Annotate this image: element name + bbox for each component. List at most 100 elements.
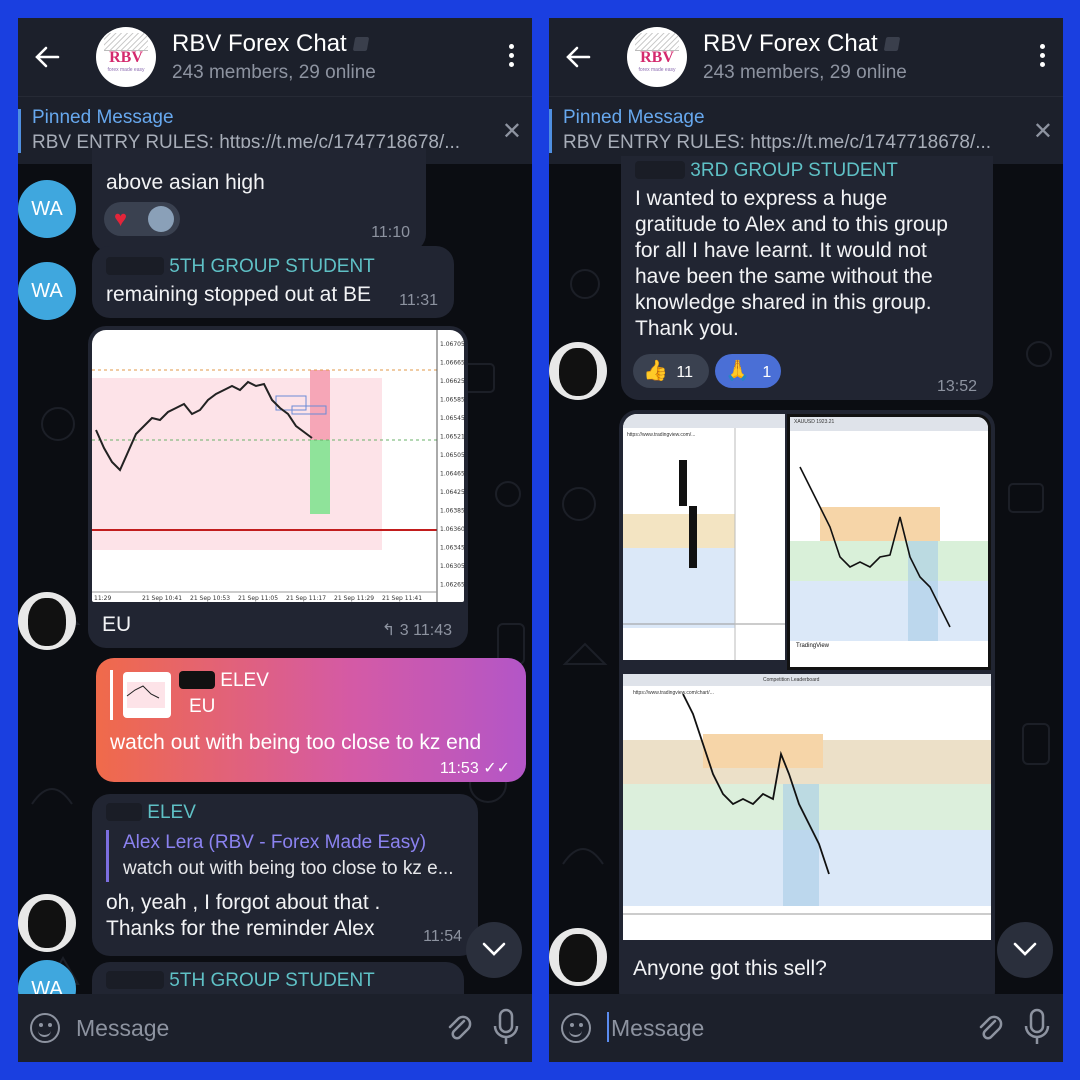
chart-price-label: 1.06521 bbox=[440, 434, 464, 441]
message-composer bbox=[18, 994, 532, 1062]
message-time: 11:43 bbox=[413, 622, 452, 639]
message-meta: ↰ 3 11:43 bbox=[382, 620, 452, 640]
chart-time-label: 11:29 bbox=[94, 595, 111, 602]
attach-icon[interactable] bbox=[975, 1011, 1003, 1043]
message-text: remaining stopped out at BE bbox=[106, 283, 372, 306]
user-avatar[interactable] bbox=[18, 592, 76, 650]
more-options-icon[interactable] bbox=[1037, 44, 1047, 72]
message-text: EU bbox=[102, 613, 132, 636]
message-bubble[interactable]: 5TH GROUP STUDENT remaining stopped out … bbox=[92, 246, 454, 318]
attach-icon[interactable] bbox=[444, 1011, 472, 1043]
chart-time-label: 21 Sep 10:41 bbox=[142, 595, 182, 602]
reaction-thumbs-up[interactable]: 👍 11 bbox=[633, 354, 709, 388]
reaction-count: 1 bbox=[762, 364, 772, 381]
back-arrow-icon[interactable] bbox=[32, 42, 62, 72]
redacted-name bbox=[106, 803, 142, 821]
message-composer bbox=[549, 994, 1063, 1062]
message-bubble[interactable]: ELEV Alex Lera (RBV - Forex Made Easy) w… bbox=[92, 794, 478, 956]
chevron-down-icon bbox=[1013, 942, 1037, 956]
message-sender: 5TH GROUP STUDENT bbox=[106, 256, 375, 278]
message-bubble[interactable]: 3RD GROUP STUDENT I wanted to express a … bbox=[621, 156, 993, 400]
group-avatar[interactable]: RBV forex made easy bbox=[627, 27, 687, 87]
group-avatar[interactable]: RBV forex made easy bbox=[96, 27, 156, 87]
chat-panel-right: RBV forex made easy RBV Forex Chat 243 m… bbox=[549, 18, 1063, 1062]
reply-preview[interactable]: ELEV EU bbox=[110, 670, 410, 720]
outgoing-message-bubble[interactable]: ELEV EU watch out with being too close t… bbox=[96, 658, 526, 782]
more-options-icon[interactable] bbox=[506, 44, 516, 72]
chart-time-label: 21 Sep 11:29 bbox=[334, 595, 374, 602]
chart-price-label: 1.06505 bbox=[440, 452, 464, 459]
back-arrow-icon[interactable] bbox=[563, 42, 593, 72]
pinned-text: RBV ENTRY RULES: https://t.me/c/17477186… bbox=[563, 132, 992, 153]
avatar-logo-text: RBV bbox=[109, 49, 143, 66]
user-avatar[interactable]: WA bbox=[18, 180, 76, 238]
message-text: above asian high bbox=[106, 171, 265, 194]
message-time: 11:54 bbox=[423, 928, 462, 945]
user-avatar[interactable]: WA bbox=[18, 262, 76, 320]
user-avatar[interactable] bbox=[18, 894, 76, 952]
heart-icon: ♥ bbox=[114, 206, 128, 231]
tradingview-screenshot-2[interactable]: XAUUSD 1923.21 TradingView bbox=[787, 414, 991, 670]
pinned-message-bar[interactable]: Pinned Message RBV ENTRY RULES: https://… bbox=[549, 96, 1063, 164]
message-bubble[interactable]: https://www.tradingview.com/... XAUUSD 1… bbox=[619, 410, 995, 1010]
chart-price-label: 1.06625 bbox=[440, 378, 464, 385]
reply-sender: Alex Lera (RBV - Forex Made Easy) bbox=[123, 832, 427, 853]
message-text: Thanks for the reminder Alex bbox=[106, 917, 375, 940]
chat-title[interactable]: RBV Forex Chat bbox=[172, 30, 347, 58]
forex-chart: 1.06705 1.06665 1.06625 1.06585 1.06545 1.065… bbox=[92, 330, 464, 602]
browser-tab: Competition Leaderboard bbox=[763, 677, 820, 683]
chart-price-label: 1.06585 bbox=[440, 397, 464, 404]
pinned-indicator bbox=[549, 109, 552, 153]
chart-price-label: 1.06305 bbox=[440, 563, 464, 570]
reply-count: 3 bbox=[399, 622, 409, 639]
scroll-down-button[interactable] bbox=[466, 922, 522, 978]
scroll-down-button[interactable] bbox=[997, 922, 1053, 978]
message-bubble[interactable]: above asian high ♥ 11:10 bbox=[92, 148, 426, 252]
read-check-icon: ✓✓ bbox=[483, 760, 510, 777]
message-input[interactable] bbox=[76, 1012, 406, 1044]
chart-price-label: 1.06345 bbox=[440, 545, 464, 552]
message-time: 13:52 bbox=[936, 378, 977, 395]
redacted-name bbox=[106, 257, 164, 275]
message-time: 11:53 ✓✓ bbox=[439, 760, 510, 777]
message-sender: ELEV bbox=[106, 802, 196, 824]
pray-icon: 🙏 bbox=[725, 360, 750, 382]
chart-price-label: 1.06705 bbox=[440, 341, 464, 348]
message-time: 11:10 bbox=[371, 224, 410, 241]
reaction-count: 11 bbox=[676, 364, 693, 381]
message-text: Anyone got this sell? bbox=[633, 957, 827, 980]
chart-time-label: 21 Sep 11:41 bbox=[382, 595, 422, 602]
chart-time-label: 21 Sep 10:53 bbox=[190, 595, 230, 602]
emoji-icon[interactable] bbox=[30, 1013, 60, 1043]
reaction-heart[interactable]: ♥ bbox=[104, 202, 180, 236]
microphone-icon[interactable] bbox=[492, 1008, 520, 1046]
chart-price-label: 1.06265 bbox=[440, 582, 464, 589]
user-avatar[interactable] bbox=[549, 928, 607, 986]
chart-time-label: 21 Sep 11:05 bbox=[238, 595, 278, 602]
chat-title[interactable]: RBV Forex Chat bbox=[703, 30, 878, 58]
avatar-logo-text: RBV bbox=[640, 49, 674, 66]
message-sender: 5TH GROUP STUDENT bbox=[106, 970, 375, 992]
user-avatar[interactable] bbox=[549, 342, 607, 400]
chart-screenshot[interactable]: 1.06705 1.06665 1.06625 1.06585 1.06545 1.065… bbox=[92, 330, 464, 602]
message-bubble[interactable]: 1.06705 1.06665 1.06625 1.06585 1.06545 1.065… bbox=[88, 326, 468, 648]
chart-price-label: 1.06385 bbox=[440, 508, 464, 515]
message-text: watch out with being too close to kz end bbox=[110, 731, 482, 754]
tradingview-screenshot-3[interactable]: https://www.tradingview.com/chart/... Co… bbox=[623, 674, 991, 940]
tradingview-screenshot-1[interactable]: https://www.tradingview.com/... bbox=[623, 414, 785, 660]
emoji-icon[interactable] bbox=[561, 1013, 591, 1043]
close-pin-icon[interactable]: ✕ bbox=[1033, 117, 1053, 146]
message-text: I wanted to express a huge bbox=[635, 187, 888, 210]
message-input[interactable] bbox=[611, 1012, 941, 1044]
browser-url: https://www.tradingview.com/chart/... bbox=[633, 690, 714, 696]
chat-panel-left: RBV forex made easy RBV Forex Chat 243 m… bbox=[18, 18, 532, 1062]
reply-thumbnail bbox=[123, 672, 171, 718]
reply-sender: ELEV bbox=[179, 670, 269, 692]
reaction-pray[interactable]: 🙏 1 bbox=[715, 354, 781, 388]
chat-header: RBV forex made easy RBV Forex Chat 243 m… bbox=[549, 18, 1063, 96]
reaction-user-avatar bbox=[148, 206, 174, 232]
chart-price-label: 1.06545 bbox=[440, 415, 464, 422]
close-pin-icon[interactable]: ✕ bbox=[502, 117, 522, 146]
reply-preview[interactable]: Alex Lera (RBV - Forex Made Easy) watch … bbox=[106, 830, 466, 882]
microphone-icon[interactable] bbox=[1023, 1008, 1051, 1046]
